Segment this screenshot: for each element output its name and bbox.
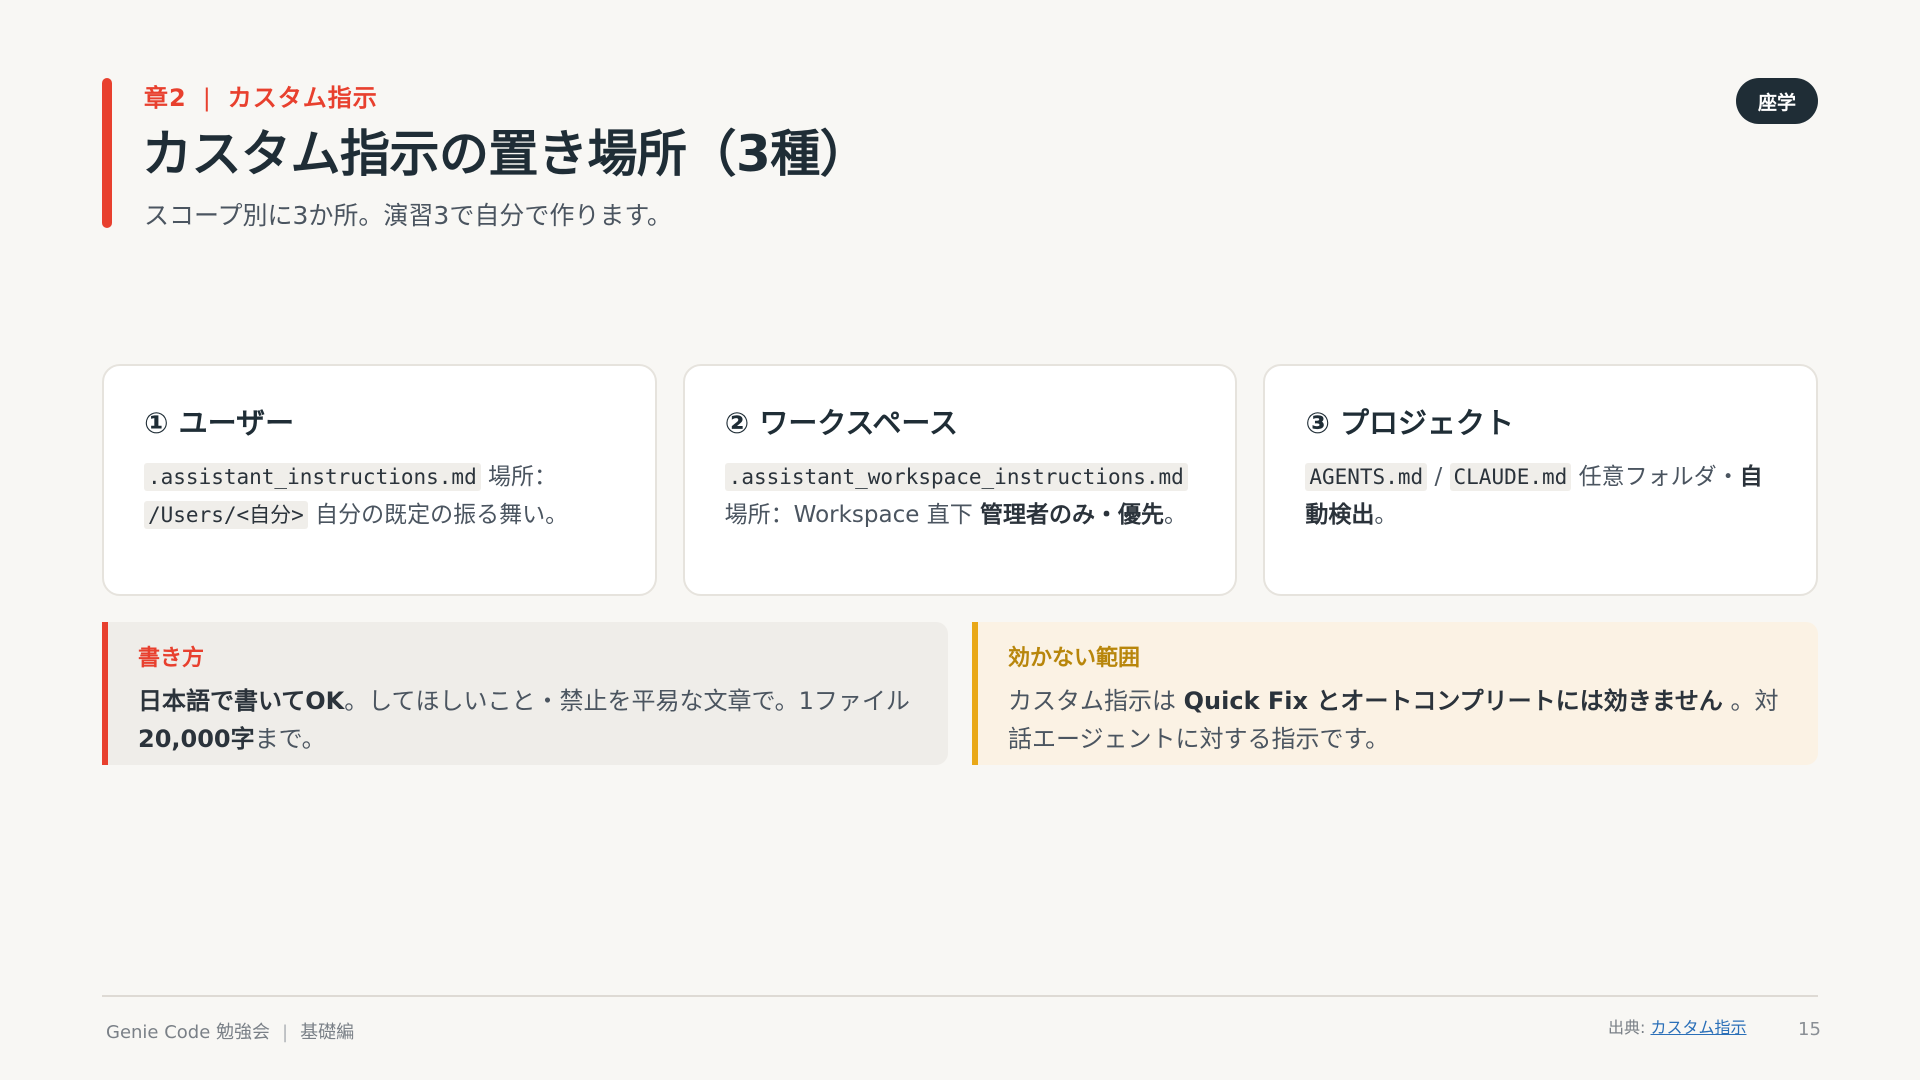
card-text: / bbox=[1427, 464, 1450, 490]
slide: 章2 | カスタム指示 カスタム指示の置き場所（3種） スコープ別に3か所。演習3で… bbox=[0, 0, 1920, 1080]
footer-course: Genie Code 勉強会 | 基礎編 bbox=[106, 1018, 354, 1044]
card-user: ① ユーザー .assistant_instructions.md 場所： /U… bbox=[102, 364, 657, 596]
page-number: 15 bbox=[1798, 1019, 1821, 1040]
callout-title: 効かない範囲 bbox=[1008, 646, 1141, 671]
card-text: 。 bbox=[1374, 502, 1398, 528]
card-title: ② ワークスペース bbox=[724, 406, 958, 440]
callout-text: 。してほしいこと・禁止を平易な文章で。1ファイル bbox=[344, 687, 910, 715]
card-text: 場所： bbox=[480, 464, 558, 490]
source-link[interactable]: カスタム指示 bbox=[1650, 1018, 1746, 1037]
callout-text: まで。 bbox=[254, 725, 326, 753]
card-body: AGENTS.md / CLAUDE.md 任意フォルダ・自動検出。 bbox=[1305, 458, 1778, 534]
code-path: /Users/<自分> bbox=[144, 501, 308, 529]
page-subtitle: スコープ別に3か所。演習3で自分で作ります。 bbox=[144, 201, 672, 230]
card-text: 自分の既定の振る舞い。 bbox=[307, 502, 569, 528]
chapter-name: カスタム指示 bbox=[227, 84, 378, 112]
callouts: 書き方 日本語で書いてOK。してほしいこと・禁止を平易な文章で。1ファイル 20… bbox=[102, 622, 1818, 765]
card-title: ① ユーザー bbox=[144, 406, 295, 440]
callout-body: 日本語で書いてOK。してほしいこと・禁止を平易な文章で。1ファイル 20,000… bbox=[138, 682, 932, 758]
source-label: 出典: bbox=[1608, 1018, 1651, 1037]
code-path: .assistant_workspace_instructions.md bbox=[724, 463, 1188, 491]
lecture-type-badge: 座学 bbox=[1736, 78, 1818, 124]
card-text: 任意フォルダ・ bbox=[1571, 464, 1740, 490]
card-text: 場所：Workspace 直下 bbox=[724, 502, 981, 528]
footer-course-title: Genie Code 勉強会 bbox=[106, 1022, 271, 1043]
page-title: カスタム指示の置き場所（3種） bbox=[142, 125, 870, 183]
callout-text: カスタム指示は bbox=[1008, 687, 1184, 715]
card-body: .assistant_workspace_instructions.md 場所：… bbox=[724, 458, 1198, 534]
card-text: 。 bbox=[1164, 502, 1188, 528]
code-path: AGENTS.md bbox=[1305, 463, 1428, 491]
code-path: CLAUDE.md bbox=[1449, 463, 1572, 491]
callout-emphasis: Quick Fix とオートコンプリートには効きません bbox=[1183, 687, 1723, 715]
scope-cards: ① ユーザー .assistant_instructions.md 場所： /U… bbox=[102, 364, 1819, 596]
card-title: ③ プロジェクト bbox=[1305, 406, 1514, 440]
card-project: ③ プロジェクト AGENTS.md / CLAUDE.md 任意フォルダ・自動… bbox=[1263, 364, 1819, 596]
card-emphasis: 管理者のみ・優先 bbox=[980, 502, 1165, 528]
chapter-number: 章2 bbox=[144, 84, 187, 112]
code-path: .assistant_instructions.md bbox=[144, 463, 481, 491]
card-body: .assistant_instructions.md 場所： /Users/<自… bbox=[144, 458, 617, 534]
callout-body: カスタム指示は Quick Fix とオートコンプリートには効きません 。対話エ… bbox=[1008, 682, 1802, 758]
header-accent-bar bbox=[102, 78, 112, 228]
callout-writing: 書き方 日本語で書いてOK。してほしいこと・禁止を平易な文章で。1ファイル 20… bbox=[102, 622, 948, 765]
card-workspace: ② ワークスペース .assistant_workspace_instructi… bbox=[682, 364, 1238, 596]
footer-course-sub: 基礎編 bbox=[300, 1022, 355, 1043]
chapter-label: 章2 | カスタム指示 bbox=[144, 78, 378, 113]
footer-divider bbox=[102, 995, 1818, 997]
footer-separator: | bbox=[282, 1022, 289, 1043]
footer-source: 出典: カスタム指示 bbox=[1608, 1014, 1747, 1038]
callout-scope: 効かない範囲 カスタム指示は Quick Fix とオートコンプリートには効きま… bbox=[972, 622, 1818, 765]
chapter-separator: | bbox=[202, 84, 212, 112]
callout-title: 書き方 bbox=[138, 646, 205, 671]
callout-emphasis: 日本語で書いてOK bbox=[138, 687, 345, 715]
callout-emphasis: 20,000字 bbox=[138, 725, 255, 753]
